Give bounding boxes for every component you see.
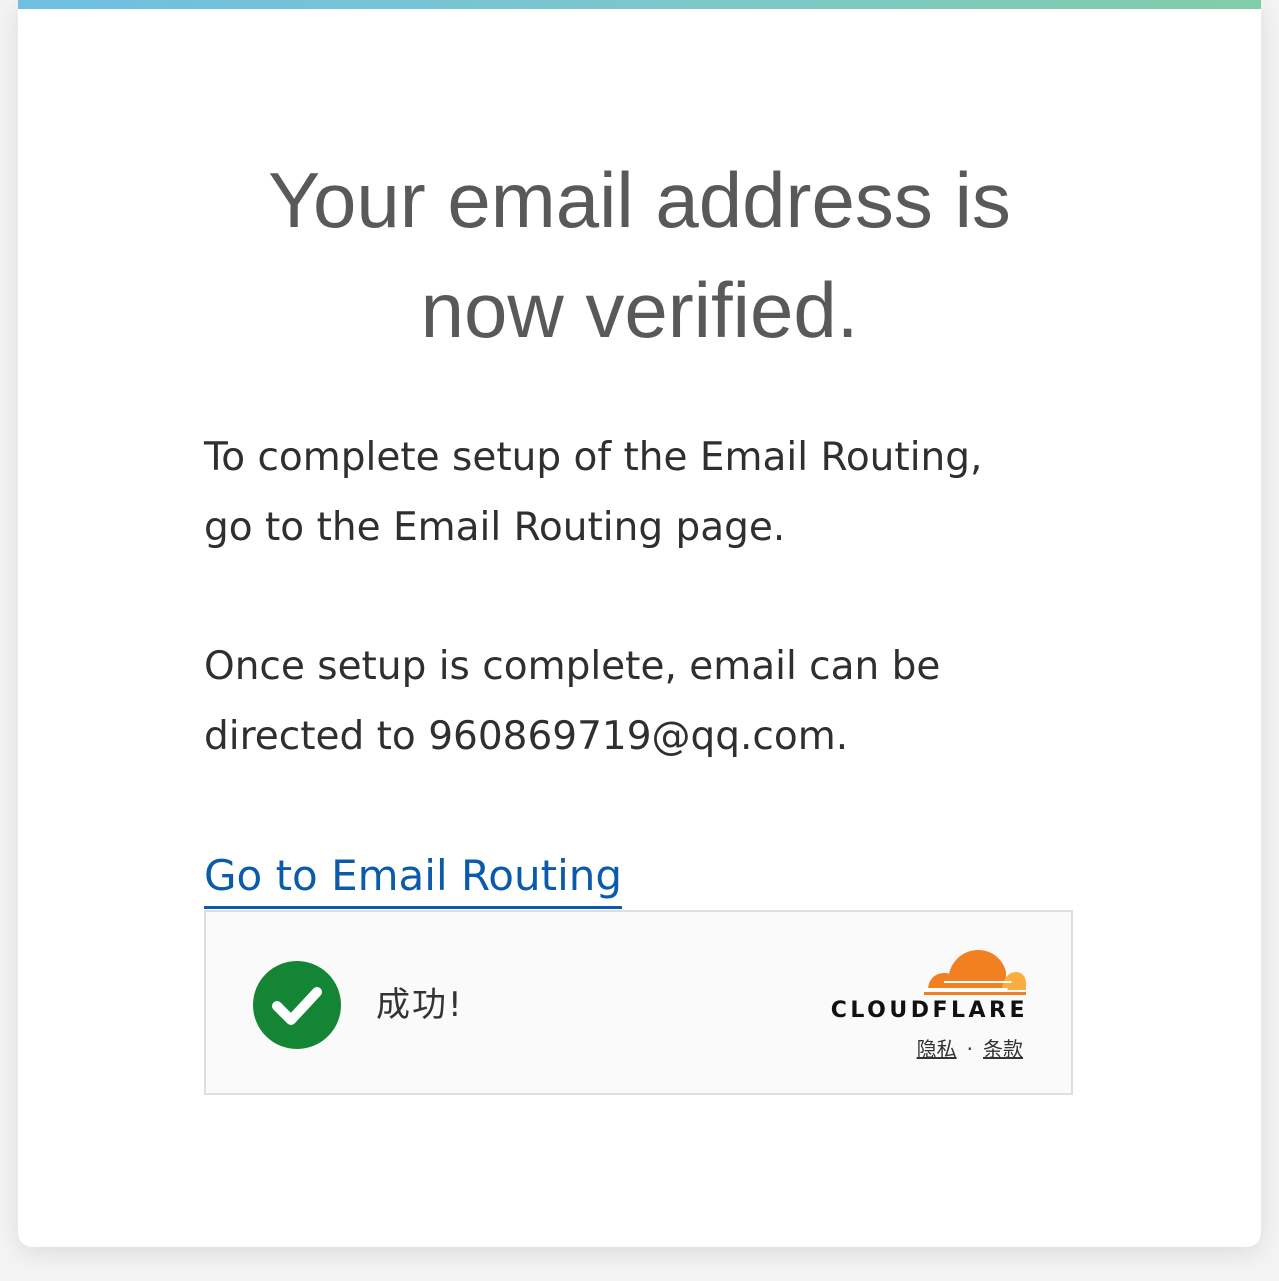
cloudflare-logo[interactable]: CLOUDFLARE: [812, 942, 1028, 1026]
success-status-text: 成功!: [376, 985, 464, 1025]
page-title-line-2: now verified.: [420, 266, 859, 354]
turnstile-widget: 成功! CLOUDFLARE 隐私 · 条款: [204, 910, 1073, 1095]
cloudflare-wordmark: CLOUDFLARE: [830, 998, 1028, 1023]
check-circle-icon: [253, 961, 341, 1049]
top-accent-bar: [18, 0, 1261, 9]
cloudflare-footer-links: 隐私 · 条款: [917, 1035, 1023, 1063]
forwarding-info-line-1: Once setup is complete, email can be: [204, 644, 941, 689]
page-title-line-1: Your email address is: [268, 156, 1011, 244]
setup-instructions: To complete setup of the Email Routing, …: [204, 423, 1084, 563]
privacy-link[interactable]: 隐私: [917, 1037, 957, 1061]
setup-instructions-line-2: go to the Email Routing page.: [204, 505, 786, 550]
terms-link[interactable]: 条款: [983, 1037, 1023, 1061]
verification-card: Your email address is now verified. To c…: [18, 0, 1261, 1247]
forwarding-info: Once setup is complete, email can be dir…: [204, 632, 1084, 772]
link-separator: ·: [966, 1037, 973, 1061]
cloudflare-cloud-icon: [924, 950, 1026, 995]
setup-instructions-line-1: To complete setup of the Email Routing,: [204, 435, 983, 480]
go-to-email-routing-link[interactable]: Go to Email Routing: [204, 846, 623, 909]
forwarding-info-line-2: directed to 960869719@qq.com.: [204, 714, 849, 759]
page-title: Your email address is now verified.: [18, 145, 1261, 365]
